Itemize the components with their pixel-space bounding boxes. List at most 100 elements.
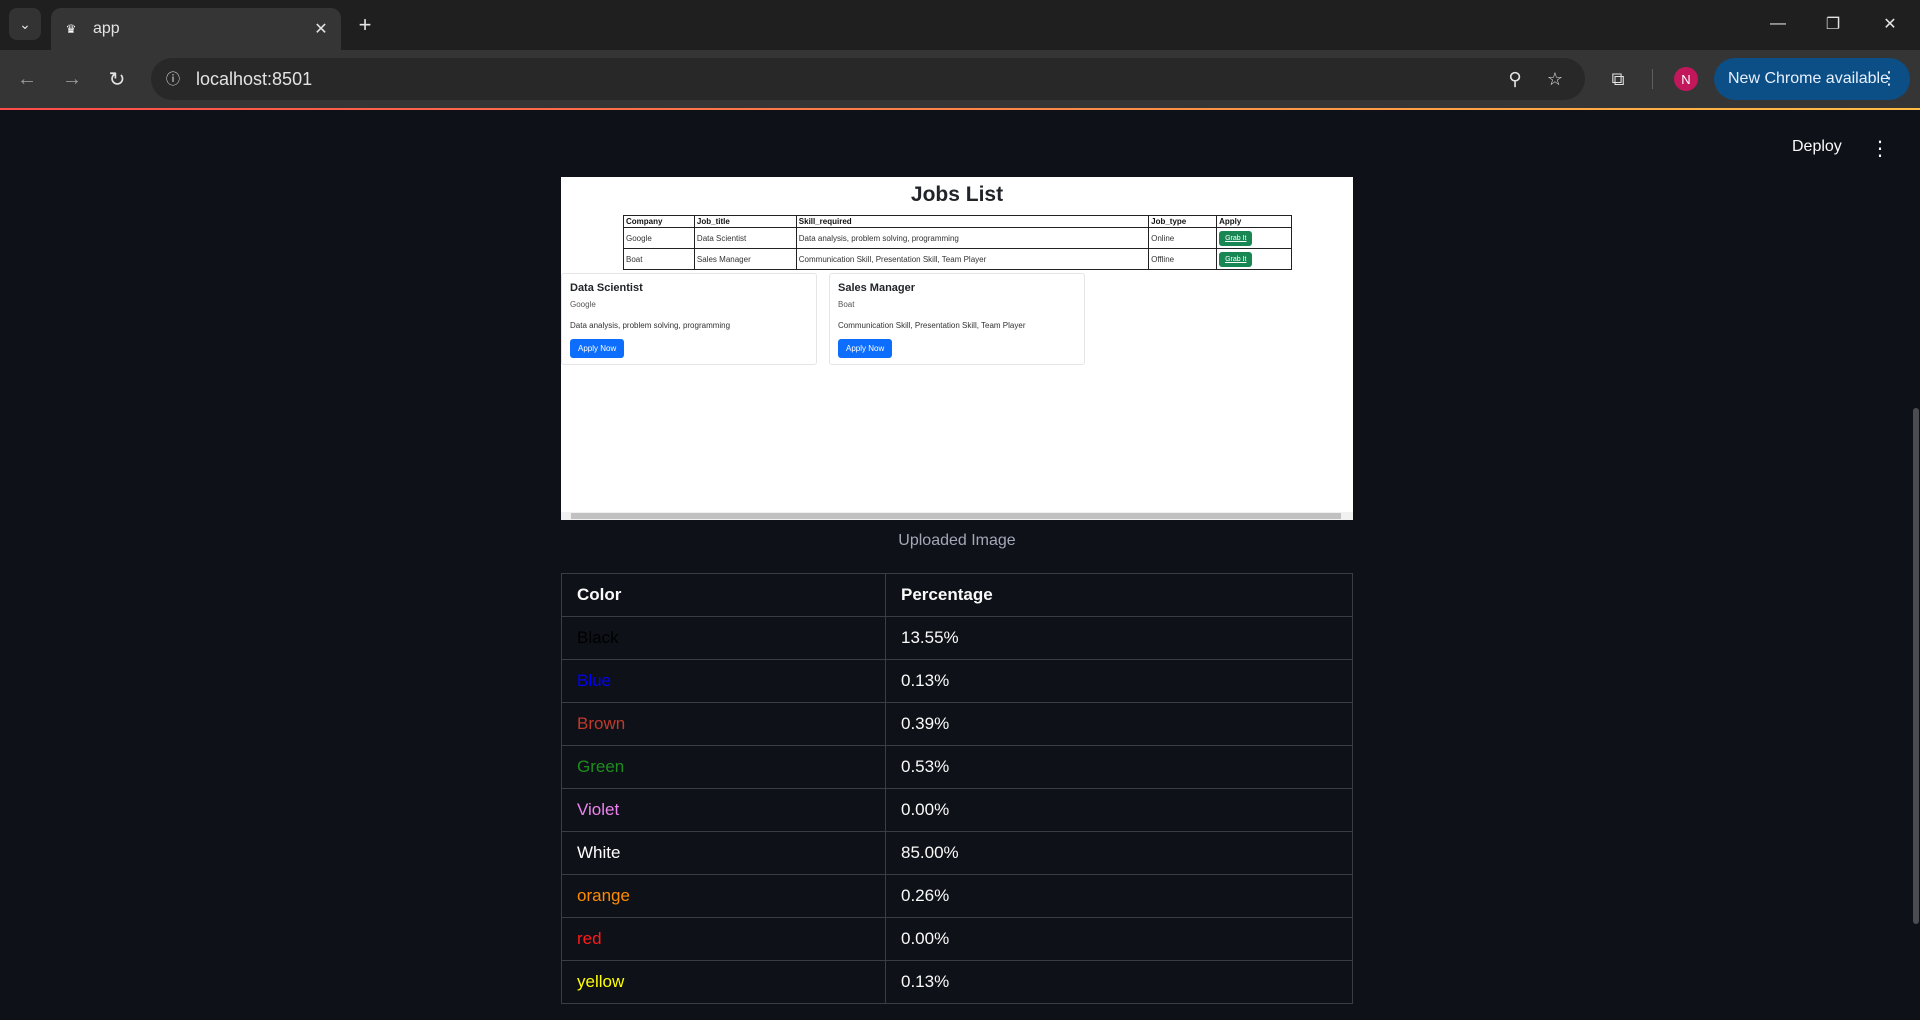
table-row: Boat Sales Manager Communication Skill, … <box>623 248 1292 270</box>
uploaded-image: Jobs List Company Job_title Skill_requir… <box>561 177 1353 520</box>
color-percentage: 0.00% <box>885 917 1353 961</box>
apply-now-button: Apply Now <box>570 339 625 358</box>
color-name: Brown <box>561 702 886 746</box>
deploy-button[interactable]: Deploy <box>1792 138 1842 156</box>
color-name: yellow <box>561 960 886 1004</box>
color-percentage: 0.13% <box>885 960 1353 1004</box>
jobs-table-header: Company Job_title Skill_required Job_typ… <box>623 215 1292 228</box>
color-name: White <box>561 831 886 875</box>
cell-apply: Grab It <box>1216 227 1292 249</box>
color-percentage: 0.13% <box>885 659 1353 703</box>
streamlit-crown-icon: ♛ <box>65 22 77 36</box>
job-card-company: Boat <box>838 300 855 309</box>
image-horizontal-scrollbar <box>561 512 1353 520</box>
cell-job-type: Offline <box>1148 248 1218 270</box>
arrow-right-icon: → <box>62 67 82 90</box>
job-card: Data Scientist Google Data analysis, pro… <box>561 273 817 365</box>
table-row: red 0.00% <box>561 917 1353 961</box>
table-row: Blue 0.13% <box>561 659 1353 703</box>
cell-job-title: Sales Manager <box>693 248 797 270</box>
tab-search-button[interactable]: ⌄ <box>9 8 41 40</box>
reload-button[interactable]: ↻ <box>101 63 133 95</box>
cell-apply: Grab It <box>1216 248 1292 270</box>
puzzle-icon: ⧉ <box>1611 68 1625 89</box>
cell-job-title: Data Scientist <box>693 227 797 249</box>
minimize-button[interactable]: — <box>1758 8 1798 40</box>
table-row: Black 13.55% <box>561 616 1353 660</box>
color-percentage: 13.55% <box>885 616 1353 660</box>
zoom-icon[interactable]: ⚲ <box>1503 67 1527 91</box>
table-row: orange 0.26% <box>561 874 1353 918</box>
cell-skills: Communication Skill, Presentation Skill,… <box>795 248 1150 270</box>
extensions-button[interactable]: ⧉ <box>1603 64 1633 94</box>
address-bar[interactable]: ⓘ localhost:8501 ⚲ ☆ <box>151 58 1585 100</box>
header-color: Color <box>561 573 886 617</box>
chevron-down-icon: ⌄ <box>19 15 31 32</box>
job-card-skills: Data analysis, problem solving, programm… <box>570 321 731 330</box>
update-label: New Chrome available <box>1728 70 1889 87</box>
table-row: Violet 0.00% <box>561 788 1353 832</box>
job-card-skills: Communication Skill, Presentation Skill,… <box>838 321 1026 330</box>
arrow-left-icon: ← <box>17 67 37 90</box>
jobs-table: Company Job_title Skill_required Job_typ… <box>623 215 1292 270</box>
close-icon: ✕ <box>1883 16 1897 33</box>
image-scroll-thumb <box>571 513 1341 519</box>
header-company: Company <box>623 215 695 228</box>
color-name: Black <box>561 616 886 660</box>
close-tab-icon[interactable]: ✕ <box>311 19 331 39</box>
browser-tab[interactable]: ♛ app ✕ <box>51 8 341 50</box>
header-job-type: Job_type <box>1148 215 1218 228</box>
forward-button[interactable]: → <box>56 63 88 95</box>
color-percentage: 0.53% <box>885 745 1353 789</box>
restore-icon: ❐ <box>1825 16 1841 33</box>
color-percentage-table: Color Percentage Black 13.55% Blue 0.13%… <box>561 573 1353 1004</box>
table-row: Google Data Scientist Data analysis, pro… <box>623 227 1292 249</box>
cell-job-type: Online <box>1148 227 1218 249</box>
table-row: Brown 0.39% <box>561 702 1353 746</box>
reload-icon: ↻ <box>108 68 126 91</box>
site-info-icon[interactable]: ⓘ <box>161 67 185 91</box>
jobs-list-title: Jobs List <box>910 183 1004 206</box>
color-name: Green <box>561 745 886 789</box>
job-card-company: Google <box>570 300 596 309</box>
apply-now-button: Apply Now <box>838 339 893 358</box>
job-card-title: Sales Manager <box>838 282 916 294</box>
header-percentage: Percentage <box>885 573 1353 617</box>
main-menu-icon[interactable]: ⋮ <box>1870 136 1890 161</box>
cell-company: Boat <box>623 248 695 270</box>
bookmark-star-icon[interactable]: ☆ <box>1543 67 1567 91</box>
plus-icon: + <box>358 12 372 37</box>
table-row: yellow 0.13% <box>561 960 1353 1004</box>
restore-button[interactable]: ❐ <box>1813 8 1853 40</box>
color-name: orange <box>561 874 886 918</box>
color-name: Blue <box>561 659 886 703</box>
kebab-menu-icon[interactable]: ⋮ <box>1880 68 1898 89</box>
table-row: Green 0.53% <box>561 745 1353 789</box>
color-percentage: 0.26% <box>885 874 1353 918</box>
tab-strip: ⌄ ♛ app ✕ + — ❐ ✕ <box>0 0 1920 50</box>
header-job-title: Job_title <box>693 215 797 228</box>
job-card-title: Data Scientist <box>570 282 643 294</box>
color-name: red <box>561 917 886 961</box>
cell-skills: Data analysis, problem solving, programm… <box>795 227 1150 249</box>
chrome-update-button[interactable]: New Chrome available ⋮ <box>1714 58 1910 100</box>
header-skill-required: Skill_required <box>795 215 1150 228</box>
browser-toolbar: ← → ↻ ⓘ localhost:8501 ⚲ ☆ ⧉ N New Chrom… <box>0 50 1920 108</box>
back-button[interactable]: ← <box>11 63 43 95</box>
table-row: White 85.00% <box>561 831 1353 875</box>
page-scrollbar[interactable] <box>1913 408 1919 924</box>
color-name: Violet <box>561 788 886 832</box>
minimize-icon: — <box>1770 15 1786 32</box>
new-tab-button[interactable]: + <box>352 12 378 38</box>
color-table-header: Color Percentage <box>561 573 1353 617</box>
grab-it-button: Grab It <box>1219 251 1253 267</box>
streamlit-header-decoration <box>0 108 1920 110</box>
color-percentage: 0.00% <box>885 788 1353 832</box>
cell-company: Google <box>623 227 695 249</box>
job-card: Sales Manager Boat Communication Skill, … <box>829 273 1085 365</box>
url-text[interactable]: localhost:8501 <box>196 69 312 90</box>
close-window-button[interactable]: ✕ <box>1870 8 1910 40</box>
color-percentage: 0.39% <box>885 702 1353 746</box>
header-apply: Apply <box>1216 215 1292 228</box>
profile-avatar[interactable]: N <box>1674 67 1698 91</box>
